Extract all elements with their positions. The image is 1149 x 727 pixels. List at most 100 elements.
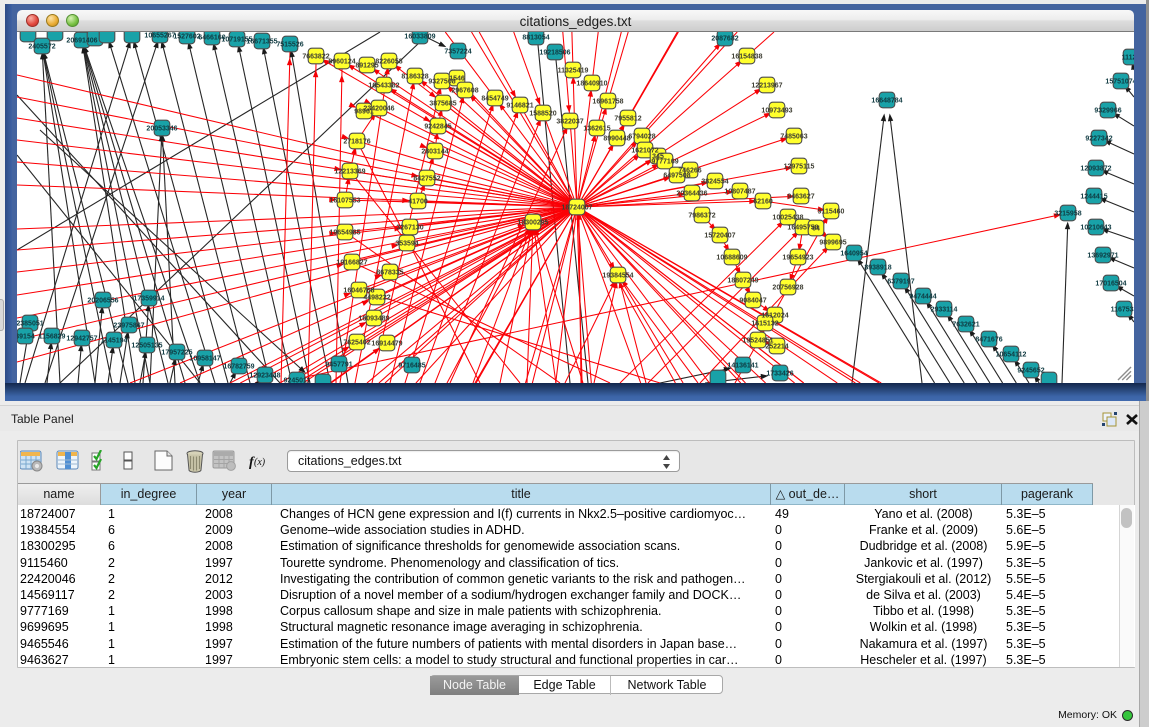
svg-text:16033809: 16033809: [404, 33, 435, 40]
svg-text:12213369: 12213369: [334, 168, 365, 175]
svg-text:3215958: 3215958: [1054, 210, 1081, 217]
svg-text:9777169: 9777169: [651, 158, 678, 165]
svg-text:3824554: 3824554: [701, 178, 728, 185]
svg-text:1615132: 1615132: [751, 320, 778, 327]
svg-text:8678335: 8678335: [376, 269, 403, 276]
svg-text:3267130: 3267130: [396, 224, 423, 231]
svg-text:9115460: 9115460: [818, 208, 845, 215]
svg-text:1167533: 1167533: [1111, 306, 1134, 313]
svg-text:8960124: 8960124: [328, 58, 355, 65]
svg-text:14136141: 14136141: [727, 362, 758, 369]
svg-text:16914479: 16914479: [371, 340, 402, 347]
svg-text:1244415: 1244415: [1080, 193, 1107, 200]
svg-text:15720407: 15720407: [704, 232, 735, 239]
svg-text:19218506: 19218506: [539, 49, 570, 56]
svg-text:(x): (x): [254, 457, 266, 468]
svg-text:7625402: 7625402: [343, 339, 370, 346]
svg-text:6497508: 6497508: [663, 172, 690, 179]
svg-text:20364436: 20364436: [676, 190, 707, 197]
svg-text:19166827: 19166827: [336, 259, 367, 266]
svg-text:16093489: 16093489: [358, 315, 389, 322]
svg-text:8990448: 8990448: [603, 135, 630, 142]
svg-text:2967608: 2967608: [451, 87, 478, 94]
svg-text:20756928: 20756928: [772, 284, 803, 291]
svg-text:9463627: 9463627: [787, 193, 814, 200]
svg-text:2803144: 2803144: [421, 148, 448, 155]
svg-text:1588520: 1588520: [529, 110, 556, 117]
svg-text:23975867: 23975867: [113, 322, 144, 329]
svg-text:17359914: 17359914: [133, 295, 164, 302]
svg-text:9716485: 9716485: [398, 362, 425, 369]
svg-text:9899695: 9899695: [819, 239, 846, 246]
svg-text:16782759: 16782759: [223, 363, 254, 370]
svg-text:19654923: 19654923: [782, 254, 813, 261]
svg-text:10655267: 10655267: [144, 32, 175, 39]
svg-text:18807249: 18807249: [727, 277, 758, 284]
svg-text:20206556: 20206556: [87, 297, 118, 304]
svg-text:8226058: 8226058: [375, 58, 402, 65]
svg-text:15751074: 15751074: [1105, 78, 1134, 85]
svg-text:1145194: 1145194: [101, 337, 128, 344]
svg-text:12923448: 12923448: [249, 372, 280, 379]
svg-text:8938918: 8938918: [864, 264, 891, 271]
svg-text:18300295: 18300295: [517, 219, 548, 226]
svg-text:16961758: 16961758: [592, 98, 623, 105]
svg-text:6794028: 6794028: [628, 133, 655, 140]
svg-text:2405572: 2405572: [28, 43, 55, 50]
svg-text:20691406: 20691406: [66, 37, 97, 44]
svg-text:10654112: 10654112: [996, 351, 1027, 358]
svg-text:9242845: 9242845: [424, 123, 451, 130]
svg-text:4498222: 4498222: [363, 294, 390, 301]
svg-text:98961: 98961: [354, 108, 374, 115]
svg-text:7515526: 7515526: [276, 41, 303, 48]
svg-text:8186328: 8186328: [401, 73, 428, 80]
svg-text:9474444: 9474444: [909, 293, 936, 300]
svg-text:16046768: 16046768: [343, 287, 374, 294]
svg-text:9245652: 9245652: [1017, 367, 1044, 374]
svg-text:2718176: 2718176: [343, 138, 370, 145]
svg-text:9227342: 9227342: [1085, 135, 1112, 142]
svg-text:2385051: 2385051: [17, 320, 44, 327]
svg-text:9457791: 9457791: [325, 361, 352, 368]
svg-text:17957225: 17957225: [161, 349, 192, 356]
svg-text:8427552: 8427552: [413, 175, 440, 182]
svg-text:10210643: 10210643: [1080, 224, 1111, 231]
svg-text:8454749: 8454749: [481, 95, 508, 102]
svg-text:9146821: 9146821: [506, 102, 533, 109]
svg-text:19384554: 19384554: [602, 272, 633, 279]
svg-text:16154838: 16154838: [731, 53, 762, 60]
svg-text:353594: 353594: [395, 240, 418, 247]
svg-text:16543382: 16543382: [368, 82, 399, 89]
svg-text:252214: 252214: [765, 343, 788, 350]
svg-text:2933114: 2933114: [931, 306, 958, 313]
svg-text:10807487: 10807487: [724, 188, 755, 195]
svg-text:3875685: 3875685: [429, 100, 456, 107]
svg-text:10025438: 10025438: [772, 214, 803, 221]
svg-text:1640954: 1640954: [840, 250, 867, 257]
svg-text:7955812: 7955812: [614, 115, 641, 122]
svg-text:12213967: 12213967: [751, 82, 782, 89]
svg-text:18640910: 18640910: [576, 80, 607, 87]
svg-text:18724007: 18724007: [561, 204, 592, 211]
svg-text:20053346: 20053346: [146, 125, 177, 132]
svg-text:62160: 62160: [753, 198, 773, 205]
svg-text:19654985: 19654985: [329, 229, 360, 236]
svg-text:1527602: 1527602: [173, 33, 200, 40]
svg-text:7986372: 7986372: [688, 212, 715, 219]
svg-text:1612024: 1612024: [761, 312, 788, 319]
svg-text:8471676: 8471676: [975, 336, 1002, 343]
svg-text:1156829: 1156829: [39, 333, 66, 340]
svg-text:6379197: 6379197: [887, 278, 914, 285]
svg-text:1733426: 1733426: [766, 370, 793, 377]
svg-text:7485063: 7485063: [780, 133, 807, 140]
svg-text:7357224: 7357224: [444, 48, 471, 55]
svg-text:8813054: 8813054: [522, 34, 549, 41]
svg-text:17016504: 17016504: [1095, 280, 1126, 287]
svg-text:10973493: 10973493: [761, 107, 792, 114]
svg-text:12975115: 12975115: [784, 163, 815, 170]
svg-text:3822037: 3822037: [556, 118, 583, 125]
svg-text:2087682: 2087682: [711, 35, 738, 42]
svg-text:10688609: 10688609: [716, 254, 747, 261]
svg-text:9245011: 9245011: [284, 377, 311, 383]
svg-text:1546: 1546: [449, 75, 465, 82]
